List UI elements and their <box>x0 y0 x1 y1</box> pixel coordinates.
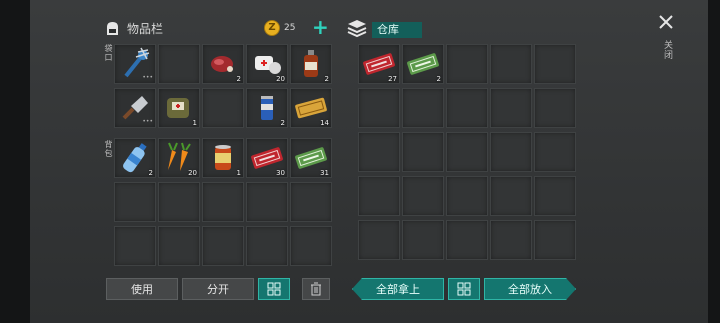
inventory-slot[interactable]: 2 <box>202 44 244 84</box>
storage-slot[interactable] <box>534 132 576 172</box>
inventory-slot[interactable] <box>158 226 200 266</box>
inventory-slot[interactable] <box>290 226 332 266</box>
inventory-slot[interactable]: 20 <box>246 44 288 84</box>
trash-icon <box>311 282 321 296</box>
use-button[interactable]: 使用 <box>106 278 178 300</box>
inventory-slot[interactable] <box>158 182 200 222</box>
backpack-icon <box>104 20 121 37</box>
item-count: 2 <box>436 75 441 83</box>
add-coin-button[interactable]: + <box>312 17 329 37</box>
split-button[interactable]: 分开 <box>182 278 254 300</box>
item-count: 1 <box>192 119 197 127</box>
quick-slot-label: 袋口 <box>104 44 113 62</box>
item-count: 2 <box>148 169 153 177</box>
item-count: 2 <box>280 119 285 127</box>
close-label: 关闭 <box>662 40 672 60</box>
backpack-label: 背包 <box>104 140 113 158</box>
inventory-slot[interactable] <box>246 182 288 222</box>
inventory-slot[interactable]: ••• <box>114 88 156 128</box>
discard-button[interactable] <box>302 278 330 300</box>
storage-slot[interactable] <box>358 132 400 172</box>
storage-slot[interactable] <box>358 176 400 216</box>
storage-slot[interactable] <box>402 88 444 128</box>
inventory-slot[interactable]: 31 <box>290 138 332 178</box>
inventory-slot[interactable] <box>202 182 244 222</box>
storage-title: 仓库 <box>377 23 399 36</box>
inventory-slot[interactable]: 14 <box>290 88 332 128</box>
storage-slot[interactable] <box>490 44 532 84</box>
take-all-button[interactable]: 全部拿上 <box>352 278 444 300</box>
inventory-slot[interactable] <box>202 88 244 128</box>
item-count: 14 <box>320 119 329 127</box>
inventory-slot[interactable] <box>114 226 156 266</box>
storage-slot[interactable] <box>534 220 576 260</box>
storage-slot[interactable]: 2 <box>402 44 444 84</box>
item-count: 2 <box>324 75 329 83</box>
right-edge <box>708 0 720 323</box>
inventory-slot[interactable]: 1 <box>158 88 200 128</box>
durability-indicator: ••• <box>142 74 153 81</box>
item-count: 20 <box>276 75 285 83</box>
storage-slot[interactable] <box>490 88 532 128</box>
storage-slot[interactable] <box>446 44 488 84</box>
storage-slot[interactable]: 27 <box>358 44 400 84</box>
inventory-header: 物品栏 <box>104 20 163 37</box>
close-button[interactable] <box>656 12 676 32</box>
storage-slot[interactable] <box>402 220 444 260</box>
left-edge <box>0 0 30 323</box>
storage-slot[interactable] <box>534 176 576 216</box>
storage-slot[interactable] <box>490 220 532 260</box>
put-all-button[interactable]: 全部放入 <box>484 278 576 300</box>
inventory-slot[interactable]: 1 <box>202 138 244 178</box>
close-icon <box>659 15 673 29</box>
inventory-slot[interactable] <box>158 44 200 84</box>
storage-slot[interactable] <box>534 44 576 84</box>
item-count: 31 <box>320 169 329 177</box>
storage-sort-button[interactable] <box>448 278 480 300</box>
coin-display: Z 25 <box>264 20 295 36</box>
storage-slot[interactable] <box>534 88 576 128</box>
durability-indicator: ••• <box>142 118 153 125</box>
item-count: 30 <box>276 169 285 177</box>
inventory-slot[interactable]: 30 <box>246 138 288 178</box>
storage-title-box: 仓库 <box>372 22 422 38</box>
storage-slot[interactable] <box>446 220 488 260</box>
inventory-slot[interactable]: 20 <box>158 138 200 178</box>
storage-slot[interactable] <box>490 132 532 172</box>
coin-icon: Z <box>264 20 280 36</box>
inventory-slot[interactable] <box>202 226 244 266</box>
item-count: 20 <box>188 169 197 177</box>
coin-count: 25 <box>284 23 296 33</box>
storage-slot[interactable] <box>446 132 488 172</box>
item-count: 27 <box>388 75 397 83</box>
storage-slot[interactable] <box>446 176 488 216</box>
inventory-slot[interactable] <box>290 182 332 222</box>
storage-slot[interactable] <box>358 88 400 128</box>
storage-slot[interactable] <box>490 176 532 216</box>
item-count: 1 <box>236 169 241 177</box>
storage-slot[interactable] <box>446 88 488 128</box>
sort-grid-icon <box>267 282 281 296</box>
sort-button[interactable] <box>258 278 290 300</box>
inventory-slot[interactable] <box>114 182 156 222</box>
take-all-label: 全部拿上 <box>376 283 420 296</box>
sort-grid-icon <box>457 282 471 296</box>
inventory-slot[interactable]: 2 <box>290 44 332 84</box>
storage-icon <box>346 17 368 39</box>
inventory-title: 物品栏 <box>127 22 164 36</box>
inventory-slot[interactable]: 2 <box>246 88 288 128</box>
inventory-slot[interactable] <box>246 226 288 266</box>
storage-slot[interactable] <box>358 220 400 260</box>
inventory-slot[interactable]: 2 <box>114 138 156 178</box>
storage-slot[interactable] <box>402 132 444 172</box>
storage-slot[interactable] <box>402 176 444 216</box>
inventory-slot[interactable]: ••• <box>114 44 156 84</box>
put-all-label: 全部放入 <box>508 283 552 296</box>
item-count: 2 <box>236 75 241 83</box>
